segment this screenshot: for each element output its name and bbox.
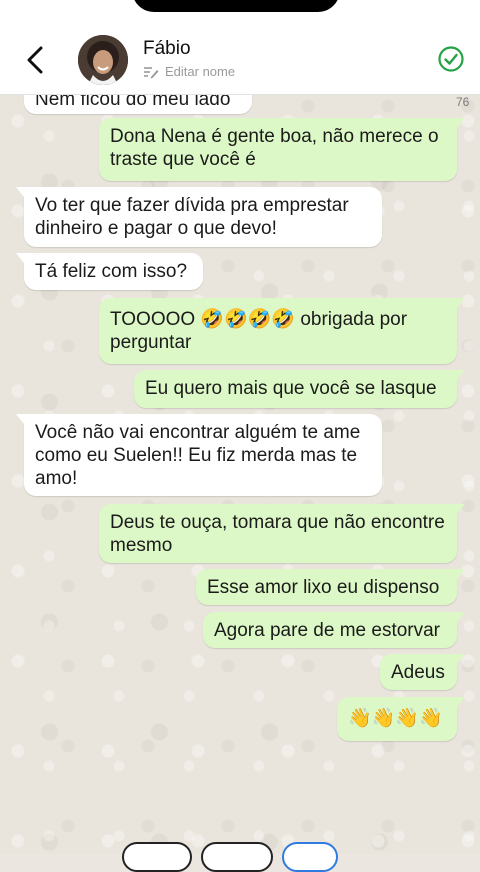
chevron-left-icon	[27, 46, 43, 74]
contact-avatar[interactable]	[78, 35, 128, 85]
message-text: Deus te ouça, tomara que não encontre me…	[110, 512, 445, 556]
message-text: Adeus	[391, 662, 445, 683]
message-text: Vo ter que fazer dívida pra emprestar di…	[35, 195, 349, 239]
device-notch	[132, 0, 340, 12]
message-bubble-outgoing[interactable]: Adeus	[380, 654, 465, 690]
bottom-action-button[interactable]	[122, 842, 192, 872]
check-circle-icon	[438, 46, 464, 72]
edit-pencil-icon	[144, 66, 159, 78]
message-text: TOOOOO 🤣🤣🤣🤣 obrigada por perguntar	[110, 309, 408, 353]
message-bubble-outgoing[interactable]: Eu quero mais que você se lasque	[134, 370, 465, 408]
message-text: 👋👋👋👋	[348, 708, 443, 729]
edit-name-label: Editar nome	[165, 64, 236, 79]
back-button[interactable]	[18, 40, 52, 80]
contact-name[interactable]: Fábio	[143, 38, 191, 60]
message-text: Dona Nena é gente boa, não merece o tras…	[110, 126, 439, 170]
message-bubble-outgoing[interactable]: Agora pare de me estorvar	[203, 612, 465, 648]
message-bubble-incoming[interactable]: Você não vai encontrar alguém te ame com…	[16, 414, 382, 496]
bottom-action-button[interactable]	[201, 842, 273, 872]
message-text: Tá feliz com isso?	[35, 261, 188, 282]
message-text: Você não vai encontrar alguém te ame com…	[35, 422, 361, 489]
message-bubble-outgoing[interactable]: Deus te ouça, tomara que não encontre me…	[99, 504, 465, 563]
message-bubble-outgoing[interactable]: 👋👋👋👋	[337, 697, 465, 741]
message-text: Agora pare de me estorvar	[214, 620, 441, 641]
message-counter: 76	[456, 95, 470, 109]
message-text: Eu quero mais que você se lasque	[145, 378, 437, 399]
message-text: Esse amor lixo eu dispenso	[207, 577, 440, 598]
message-bubble-outgoing[interactable]: TOOOOO 🤣🤣🤣🤣 obrigada por perguntar	[99, 298, 465, 364]
confirm-button[interactable]	[437, 45, 465, 73]
message-bubble-incoming[interactable]: Vo ter que fazer dívida pra emprestar di…	[16, 187, 382, 247]
bottom-action-button[interactable]	[282, 842, 338, 872]
message-bubble-outgoing[interactable]: Dona Nena é gente boa, não merece o tras…	[99, 118, 465, 181]
message-bubble-incoming[interactable]: Tá feliz com isso?	[16, 253, 203, 290]
edit-name-link[interactable]: Editar nome	[143, 64, 235, 79]
chat-header: Fábio Editar nome	[0, 0, 480, 95]
message-bubble-outgoing[interactable]: Esse amor lixo eu dispenso	[196, 569, 465, 605]
